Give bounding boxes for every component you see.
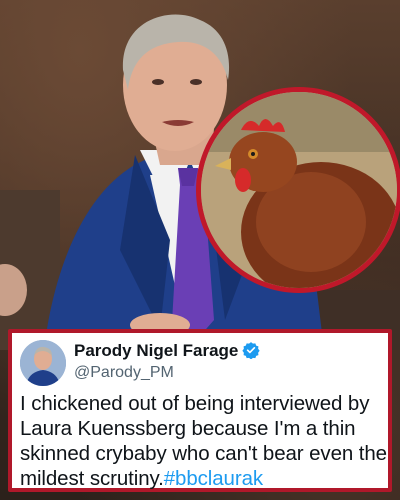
user-handle[interactable]: @Parody_PM	[74, 364, 174, 382]
chicken-photo	[201, 92, 397, 288]
avatar-image	[20, 340, 66, 386]
avatar[interactable]	[20, 340, 66, 386]
chicken-wattle	[235, 168, 251, 192]
tweet-card[interactable]: Parody Nigel Farage @Parody_PM I chicken…	[8, 329, 392, 492]
hashtag-link[interactable]: #bbclaurak	[164, 467, 263, 490]
eye-left	[152, 79, 164, 85]
tweet-text: I chickened out of being interviewed by …	[20, 391, 390, 491]
verified-badge-icon	[242, 342, 261, 359]
display-name[interactable]: Parody Nigel Farage	[74, 341, 261, 361]
chicken-inset	[196, 87, 400, 293]
chicken-pupil	[251, 152, 255, 156]
chicken-background-top	[201, 92, 397, 152]
meme-image: Parody Nigel Farage @Parody_PM I chicken…	[0, 0, 400, 500]
display-name-text[interactable]: Parody Nigel Farage	[74, 341, 238, 360]
eye-right	[190, 79, 202, 85]
